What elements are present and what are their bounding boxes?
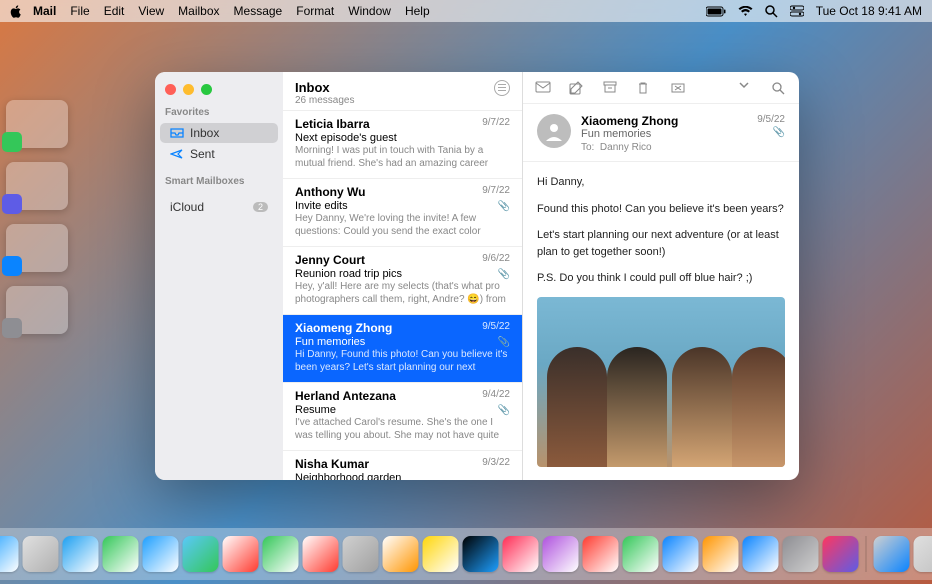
more-icon[interactable] [737,81,753,95]
minimize-button[interactable] [183,84,194,95]
dock-podcasts[interactable] [543,536,579,572]
control-center-icon[interactable] [790,5,804,17]
junk-icon[interactable] [671,81,687,95]
mailbox-count: 26 messages [295,95,354,106]
dock-photos[interactable] [223,536,259,572]
sidebar-item-sent[interactable]: Sent [160,144,278,164]
dock-downloads[interactable] [874,536,910,572]
message-row[interactable]: Anthony Wu9/7/22Invite edits📎Hey Danny, … [283,179,522,247]
message-content-pane: Xiaomeng Zhong Fun memories To: Danny Ri… [523,72,799,480]
avatar [537,114,571,148]
message-row[interactable]: Herland Antezana9/4/22Resume📎I've attach… [283,383,522,451]
dock-mail[interactable] [143,536,179,572]
menu-file[interactable]: File [70,4,89,18]
trash-icon[interactable] [637,81,653,95]
dock-maps[interactable] [183,536,219,572]
dock-notes[interactable] [423,536,459,572]
list-header: Inbox 26 messages [283,72,522,111]
sidebar-item-label: Inbox [190,126,219,140]
dock-calendar[interactable] [303,536,339,572]
window-controls [155,80,283,103]
filter-button[interactable] [494,80,510,96]
dock-pages[interactable] [703,536,739,572]
archive-icon[interactable] [603,81,619,95]
dock-separator [866,536,867,572]
dock-finder[interactable] [0,536,19,572]
attachment-icon: 📎 [498,201,510,212]
message-row[interactable]: Jenny Court9/6/22Reunion road trip pics📎… [283,247,522,315]
inbox-icon [170,128,184,138]
search-icon[interactable] [771,81,787,95]
menu-format[interactable]: Format [296,4,334,18]
attachment-icon: 📎 [757,127,785,138]
dock-settings[interactable] [783,536,819,572]
wifi-icon[interactable] [738,6,753,17]
sidebar-item-icloud[interactable]: iCloud 2 [160,197,278,217]
apple-menu[interactable] [10,5,23,18]
message-row[interactable]: Xiaomeng Zhong9/5/22Fun memories📎Hi Dann… [283,315,522,383]
message-subject: Fun memories [581,128,678,140]
dock-messages[interactable] [103,536,139,572]
clock[interactable]: Tue Oct 18 9:41 AM [816,4,922,18]
message-row[interactable]: Nisha Kumar9/3/22Neighborhood gardenWe'r… [283,451,522,480]
message-date: 9/5/22 📎 [757,114,785,138]
dock-safari[interactable] [63,536,99,572]
message-list-pane: Inbox 26 messages Leticia Ibarra9/7/22Ne… [283,72,523,480]
sidebar-badge: 2 [253,202,268,212]
menu-mailbox[interactable]: Mailbox [178,4,219,18]
stage-thumb-messages[interactable] [6,100,68,148]
battery-icon[interactable] [706,6,726,17]
mail-sidebar: Favorites Inbox Sent Smart Mailboxes iCl… [155,72,283,480]
dock-contacts[interactable] [343,536,379,572]
message-from: Xiaomeng Zhong [581,114,678,128]
attached-image[interactable] [537,297,785,467]
attachment-icon: 📎 [498,269,510,280]
attachment-icon: 📎 [498,337,510,348]
stage-thumb-settings[interactable] [6,286,68,334]
stage-thumb-shortcuts[interactable] [6,162,68,210]
message-header: Xiaomeng Zhong Fun memories To: Danny Ri… [523,104,799,162]
stage-manager-strip [6,100,76,334]
dock-news[interactable] [583,536,619,572]
sidebar-section-favorites: Favorites [155,103,283,122]
close-button[interactable] [165,84,176,95]
dock-numbers[interactable] [623,536,659,572]
spotlight-icon[interactable] [765,5,778,18]
compose-icon[interactable] [569,81,585,95]
sidebar-item-inbox[interactable]: Inbox [160,123,278,143]
dock [0,528,932,580]
envelope-icon[interactable] [535,81,551,95]
menu-edit[interactable]: Edit [104,4,125,18]
zoom-button[interactable] [201,84,212,95]
mailbox-title: Inbox [295,80,354,95]
message-body[interactable]: Hi Danny,Found this photo! Can you belie… [523,162,799,479]
menu-message[interactable]: Message [234,4,283,18]
dock-reminders[interactable] [383,536,419,572]
menu-help[interactable]: Help [405,4,430,18]
dock-appstore[interactable] [743,536,779,572]
dock-shortcuts[interactable] [823,536,859,572]
sidebar-item-label: iCloud [170,200,204,214]
dock-launchpad[interactable] [23,536,59,572]
attachment-icon: 📎 [498,405,510,416]
mail-window: Favorites Inbox Sent Smart Mailboxes iCl… [155,72,799,480]
dock-tv[interactable] [463,536,499,572]
message-toolbar [523,72,799,104]
dock-trash[interactable] [914,536,932,572]
message-to: To: Danny Rico [581,142,678,153]
menu-view[interactable]: View [138,4,164,18]
sent-icon [170,149,184,159]
sidebar-item-label: Sent [190,147,215,161]
stage-thumb-safari[interactable] [6,224,68,272]
dock-keynote[interactable] [663,536,699,572]
menu-bar: Mail File Edit View Mailbox Message Format Win… [0,0,932,22]
dock-facetime[interactable] [263,536,299,572]
dock-music[interactable] [503,536,539,572]
message-row[interactable]: Leticia Ibarra9/7/22Next episode's guest… [283,111,522,179]
menu-window[interactable]: Window [348,4,391,18]
sidebar-section-smart: Smart Mailboxes [155,172,283,191]
message-list[interactable]: Leticia Ibarra9/7/22Next episode's guest… [283,111,522,480]
menu-app-name[interactable]: Mail [33,4,56,18]
